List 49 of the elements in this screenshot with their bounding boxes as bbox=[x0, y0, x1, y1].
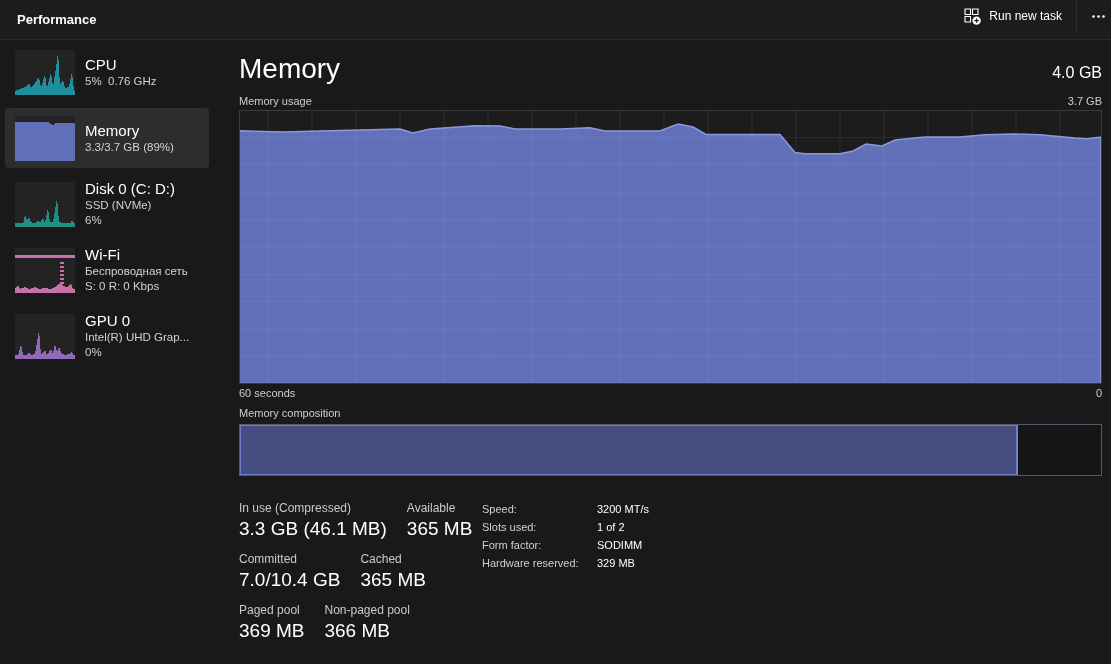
stat-label: Available bbox=[406, 500, 457, 516]
page-title: Performance bbox=[17, 11, 97, 28]
scale-label: 0 bbox=[1095, 386, 1102, 400]
property-value: 3200 MT/s bbox=[597, 502, 649, 517]
item-detail: Intel(R) UHD Grap... bbox=[85, 330, 190, 345]
stat-label: Committed bbox=[239, 551, 298, 567]
item-title: Disk 0 (C: D:) bbox=[85, 180, 175, 198]
axis-label: 60 seconds bbox=[239, 386, 296, 400]
sidebar-item[interactable]: Wi-Fi Беспроводная сеть S: 0 R: 0 Kbps bbox=[5, 240, 209, 300]
memory-total: 4.0 GB bbox=[1052, 63, 1102, 83]
stat-value: 365 MB bbox=[406, 517, 473, 541]
sidebar-item[interactable]: GPU 0 Intel(R) UHD Grap... 0% bbox=[5, 306, 209, 366]
stat-label: Cached bbox=[360, 551, 403, 567]
graph-title: Memory usage bbox=[239, 94, 312, 108]
stat-label: Non-paged pool bbox=[324, 602, 410, 618]
item-title: Wi-Fi bbox=[85, 246, 121, 264]
property-label: Form factor: bbox=[482, 538, 543, 553]
composition-label: Memory composition bbox=[239, 406, 342, 420]
property-value: 329 MB bbox=[597, 556, 636, 571]
stat-value: 366 MB bbox=[324, 619, 391, 643]
property-label: Slots used: bbox=[482, 520, 538, 535]
scale-label: 3.7 GB bbox=[1067, 94, 1102, 108]
stat-value: 369 MB bbox=[239, 619, 305, 643]
item-detail: 6% bbox=[85, 213, 103, 228]
detail-title: Memory bbox=[239, 52, 341, 86]
stat-value: 3.3 GB (46.1 MB) bbox=[239, 517, 387, 541]
property-label: Speed: bbox=[482, 502, 518, 517]
item-detail: 3.3/3.7 GB (89%) bbox=[85, 139, 174, 155]
property-label: Hardware reserved: bbox=[482, 556, 580, 571]
run-new-task-button[interactable]: Run new task bbox=[959, 0, 1076, 32]
item-detail: Беспроводная сеть bbox=[85, 264, 188, 279]
item-detail: 0% bbox=[85, 345, 103, 360]
stat-value: 7.0/10.4 GB bbox=[239, 568, 341, 592]
item-detail: S: 0 R: 0 Kbps bbox=[85, 279, 161, 294]
item-detail: SSD (NVMe) bbox=[85, 198, 153, 213]
sidebar-item[interactable]: CPU 5% 0.76 GHz bbox=[5, 42, 209, 102]
grid-plus-icon bbox=[964, 7, 982, 25]
stat-label: Paged pool bbox=[239, 602, 301, 618]
property-value: 1 of 2 bbox=[597, 520, 626, 535]
sidebar-item[interactable]: Memory 3.3/3.7 GB (89%) bbox=[5, 108, 209, 168]
stat-label: In use (Compressed) bbox=[239, 500, 353, 516]
more-icon bbox=[1092, 14, 1105, 18]
sidebar-item[interactable]: Disk 0 (C: D:) SSD (NVMe) 6% bbox=[5, 174, 209, 234]
stat-value: 365 MB bbox=[360, 568, 426, 592]
item-title: Memory bbox=[85, 121, 141, 140]
item-title: CPU bbox=[85, 55, 118, 74]
item-detail: 5% 0.76 GHz bbox=[85, 73, 157, 89]
item-title: GPU 0 bbox=[85, 312, 131, 330]
property-value: SODIMM bbox=[597, 538, 644, 553]
